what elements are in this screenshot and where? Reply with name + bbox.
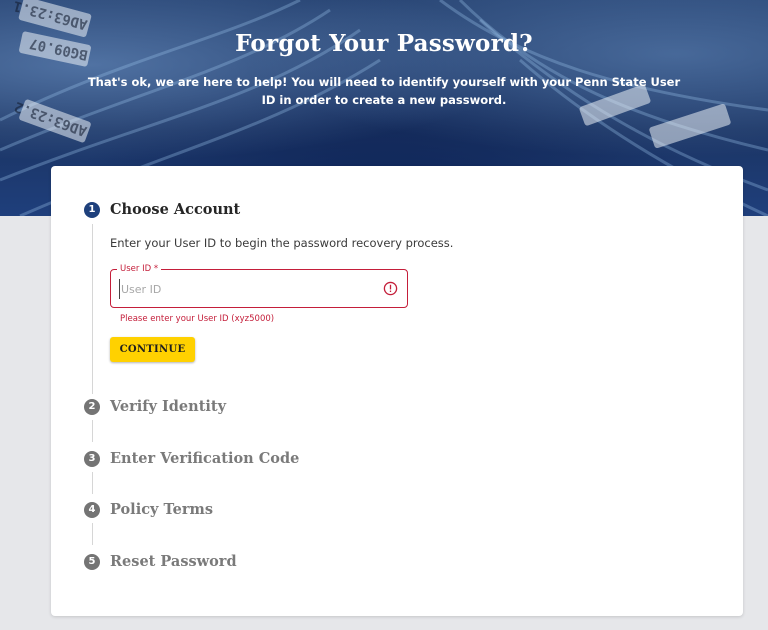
step-verify-identity[interactable]: 2 Verify Identity <box>84 398 226 415</box>
instruction-text: Enter your User ID to begin the password… <box>110 236 454 250</box>
step-label: Verify Identity <box>110 398 227 415</box>
user-id-label: User ID * <box>117 263 162 275</box>
step-reset-password[interactable]: 5 Reset Password <box>84 553 237 570</box>
page-subtitle: That's ok, we are here to help! You will… <box>87 75 681 107</box>
step-connector <box>92 472 93 494</box>
step-number: 5 <box>84 553 100 570</box>
step-choose-account[interactable]: 1 Choose Account <box>84 201 240 218</box>
user-id-field[interactable]: User ID * <box>110 263 408 308</box>
step-number: 4 <box>84 501 100 518</box>
step-connector <box>92 224 93 394</box>
step-connector <box>92 523 93 545</box>
user-id-error: Please enter your User ID (xyz5000) <box>120 314 275 324</box>
step-policy-terms[interactable]: 4 Policy Terms <box>84 501 213 518</box>
step-label: Enter Verification Code <box>110 450 300 467</box>
step-number: 2 <box>84 398 100 415</box>
page-title: Forgot Your Password? <box>235 30 533 57</box>
user-id-input[interactable] <box>119 279 373 299</box>
step-connector <box>92 420 93 442</box>
step-label: Choose Account <box>110 201 241 218</box>
recovery-card: 1 Choose Account Enter your User ID to b… <box>51 166 743 616</box>
error-circle-icon <box>383 281 398 301</box>
continue-button[interactable]: CONTINUE <box>110 337 195 362</box>
step-label: Policy Terms <box>110 501 214 518</box>
step-enter-verification-code[interactable]: 3 Enter Verification Code <box>84 450 299 467</box>
step-number: 1 <box>84 201 100 218</box>
step-label: Reset Password <box>110 553 237 570</box>
step-number: 3 <box>84 450 100 467</box>
